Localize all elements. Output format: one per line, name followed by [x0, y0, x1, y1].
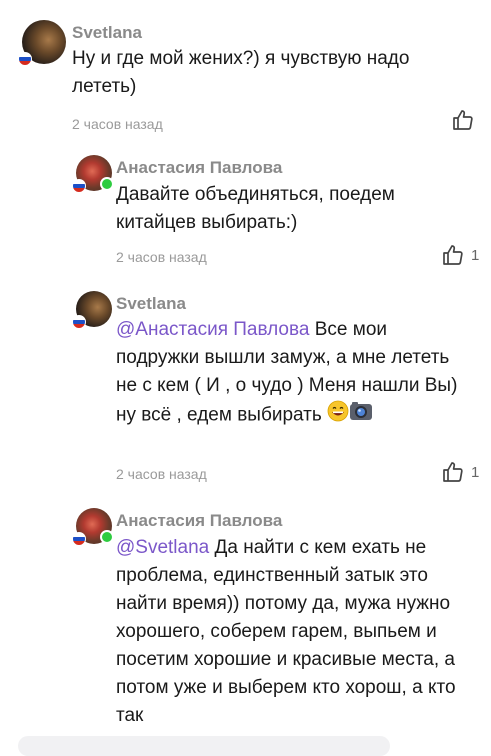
mention-link[interactable]: @Svetlana: [116, 537, 209, 558]
avatar-anastasia[interactable]: [72, 508, 114, 546]
online-indicator-icon: [100, 530, 114, 544]
comment-body: Да найти с кем ехать не проблема, единст…: [116, 537, 456, 726]
reply-input-bar[interactable]: [18, 736, 390, 756]
comment-4: Анастасия Павлова @Svetlana Да найти с к…: [0, 0, 491, 730]
comment-author[interactable]: Анастасия Павлова: [116, 511, 282, 531]
russia-flag-icon: [72, 532, 86, 546]
comment-text: @Svetlana Да найти с кем ехать не пробле…: [116, 534, 466, 730]
